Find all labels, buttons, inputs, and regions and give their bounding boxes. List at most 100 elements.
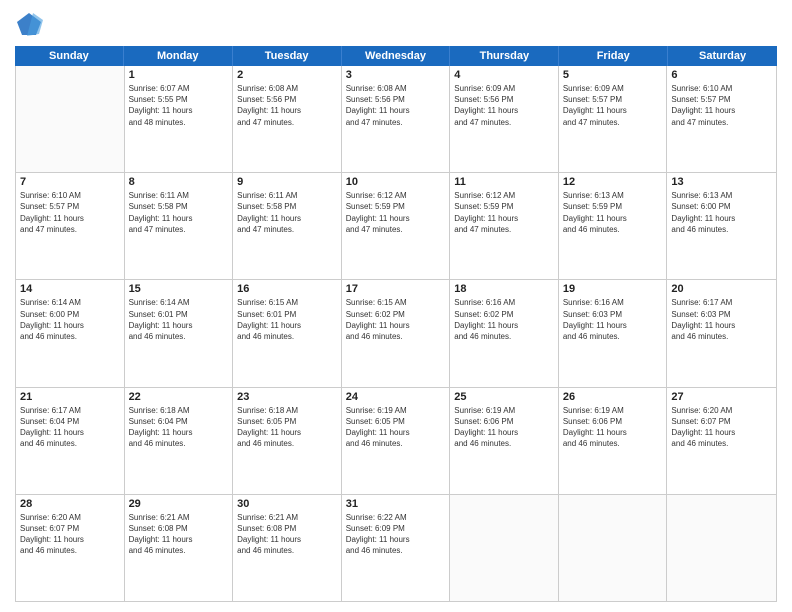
- day-info: Sunrise: 6:09 AMSunset: 5:57 PMDaylight:…: [563, 83, 663, 128]
- calendar-body: 1Sunrise: 6:07 AMSunset: 5:55 PMDaylight…: [15, 66, 777, 602]
- day-number: 18: [454, 283, 554, 295]
- day-number: 30: [237, 498, 337, 510]
- calendar-day-28: 28 Sunrise: 6:20 AMSunset: 6:07 PMDayligh…: [16, 495, 125, 601]
- calendar-row-1: 1Sunrise: 6:07 AMSunset: 5:55 PMDaylight…: [16, 66, 776, 173]
- day-number: 19: [563, 283, 663, 295]
- day-number: 1: [129, 69, 229, 81]
- day-number: 10: [346, 176, 446, 188]
- header-day-wednesday: Wednesday: [342, 46, 451, 66]
- day-number: 6: [671, 69, 772, 81]
- day-number: 15: [129, 283, 229, 295]
- calendar-day-1: 1Sunrise: 6:07 AMSunset: 5:55 PMDaylight…: [125, 66, 234, 172]
- day-number: 13: [671, 176, 772, 188]
- calendar-day-12: 12Sunrise: 6:13 AMSunset: 5:59 PMDayligh…: [559, 173, 668, 279]
- day-number: 24: [346, 391, 446, 403]
- day-number: 16: [237, 283, 337, 295]
- calendar-day-11: 11 Sunrise: 6:12 AMSunset: 5:59 PMDayligh…: [450, 173, 559, 279]
- calendar-day-26: 26 Sunrise: 6:19 AMSunset: 6:06 PMDayligh…: [559, 388, 668, 494]
- calendar-empty-cell: [16, 66, 125, 172]
- day-info: Sunrise: 6:09 AMSunset: 5:56 PMDaylight:…: [454, 83, 554, 128]
- day-info: Sunrise: 6:08 AMSunset: 5:56 PMDaylight:…: [346, 83, 446, 128]
- header-day-friday: Friday: [559, 46, 668, 66]
- day-info: Sunrise: 6:13 AMSunset: 6:00 PMDaylight:…: [671, 190, 772, 235]
- calendar-day-27: 27 Sunrise: 6:20 AMSunset: 6:07 PMDayligh…: [667, 388, 776, 494]
- calendar-row-4: 21Sunrise: 6:17 AMSunset: 6:04 PMDayligh…: [16, 388, 776, 495]
- day-info: Sunrise: 6:20 AMSunset: 6:07 PMDaylight:…: [20, 512, 120, 557]
- day-info: Sunrise: 6:15 AMSunset: 6:01 PMDaylight:…: [237, 297, 337, 342]
- logo-icon: [15, 10, 43, 38]
- calendar-day-31: 31 Sunrise: 6:22 AMSunset: 6:09 PMDayligh…: [342, 495, 451, 601]
- day-info: Sunrise: 6:18 AMSunset: 6:05 PMDaylight:…: [237, 405, 337, 450]
- day-number: 8: [129, 176, 229, 188]
- calendar-day-8: 8 Sunrise: 6:11 AMSunset: 5:58 PMDaylight…: [125, 173, 234, 279]
- day-number: 28: [20, 498, 120, 510]
- day-number: 7: [20, 176, 120, 188]
- day-number: 17: [346, 283, 446, 295]
- calendar-day-24: 24 Sunrise: 6:19 AMSunset: 6:05 PMDayligh…: [342, 388, 451, 494]
- calendar-day-19: 19 Sunrise: 6:16 AMSunset: 6:03 PMDayligh…: [559, 280, 668, 386]
- logo: [15, 10, 47, 38]
- day-info: Sunrise: 6:11 AMSunset: 5:58 PMDaylight:…: [237, 190, 337, 235]
- calendar-day-20: 20Sunrise: 6:17 AMSunset: 6:03 PMDayligh…: [667, 280, 776, 386]
- day-number: 5: [563, 69, 663, 81]
- day-info: Sunrise: 6:12 AMSunset: 5:59 PMDaylight:…: [346, 190, 446, 235]
- day-info: Sunrise: 6:11 AMSunset: 5:58 PMDaylight:…: [129, 190, 229, 235]
- header-day-saturday: Saturday: [668, 46, 777, 66]
- day-info: Sunrise: 6:12 AMSunset: 5:59 PMDaylight:…: [454, 190, 554, 235]
- day-number: 9: [237, 176, 337, 188]
- day-number: 25: [454, 391, 554, 403]
- calendar-day-5: 5 Sunrise: 6:09 AMSunset: 5:57 PMDaylight…: [559, 66, 668, 172]
- calendar-empty-cell: [559, 495, 668, 601]
- calendar-empty-cell: [667, 495, 776, 601]
- calendar-day-4: 4Sunrise: 6:09 AMSunset: 5:56 PMDaylight…: [450, 66, 559, 172]
- page-header: [15, 10, 777, 38]
- day-info: Sunrise: 6:13 AMSunset: 5:59 PMDaylight:…: [563, 190, 663, 235]
- calendar-empty-cell: [450, 495, 559, 601]
- calendar-day-15: 15 Sunrise: 6:14 AMSunset: 6:01 PMDayligh…: [125, 280, 234, 386]
- calendar-header: SundayMondayTuesdayWednesdayThursdayFrid…: [15, 46, 777, 66]
- day-info: Sunrise: 6:20 AMSunset: 6:07 PMDaylight:…: [671, 405, 772, 450]
- day-info: Sunrise: 6:16 AMSunset: 6:03 PMDaylight:…: [563, 297, 663, 342]
- day-number: 31: [346, 498, 446, 510]
- header-day-thursday: Thursday: [450, 46, 559, 66]
- header-day-sunday: Sunday: [15, 46, 124, 66]
- day-info: Sunrise: 6:14 AMSunset: 6:00 PMDaylight:…: [20, 297, 120, 342]
- day-number: 26: [563, 391, 663, 403]
- day-number: 14: [20, 283, 120, 295]
- day-number: 11: [454, 176, 554, 188]
- day-info: Sunrise: 6:19 AMSunset: 6:06 PMDaylight:…: [454, 405, 554, 450]
- day-info: Sunrise: 6:14 AMSunset: 6:01 PMDaylight:…: [129, 297, 229, 342]
- day-number: 23: [237, 391, 337, 403]
- calendar-day-3: 3Sunrise: 6:08 AMSunset: 5:56 PMDaylight…: [342, 66, 451, 172]
- day-info: Sunrise: 6:21 AMSunset: 6:08 PMDaylight:…: [237, 512, 337, 557]
- calendar-row-5: 28 Sunrise: 6:20 AMSunset: 6:07 PMDayligh…: [16, 495, 776, 601]
- calendar-day-30: 30 Sunrise: 6:21 AMSunset: 6:08 PMDayligh…: [233, 495, 342, 601]
- calendar-day-21: 21Sunrise: 6:17 AMSunset: 6:04 PMDayligh…: [16, 388, 125, 494]
- day-info: Sunrise: 6:10 AMSunset: 5:57 PMDaylight:…: [20, 190, 120, 235]
- day-info: Sunrise: 6:08 AMSunset: 5:56 PMDaylight:…: [237, 83, 337, 128]
- day-info: Sunrise: 6:18 AMSunset: 6:04 PMDaylight:…: [129, 405, 229, 450]
- calendar-day-17: 17 Sunrise: 6:15 AMSunset: 6:02 PMDayligh…: [342, 280, 451, 386]
- day-info: Sunrise: 6:15 AMSunset: 6:02 PMDaylight:…: [346, 297, 446, 342]
- day-info: Sunrise: 6:22 AMSunset: 6:09 PMDaylight:…: [346, 512, 446, 557]
- calendar-row-2: 7 Sunrise: 6:10 AMSunset: 5:57 PMDaylight…: [16, 173, 776, 280]
- calendar-day-22: 22 Sunrise: 6:18 AMSunset: 6:04 PMDayligh…: [125, 388, 234, 494]
- day-number: 29: [129, 498, 229, 510]
- calendar-day-23: 23 Sunrise: 6:18 AMSunset: 6:05 PMDayligh…: [233, 388, 342, 494]
- day-info: Sunrise: 6:10 AMSunset: 5:57 PMDaylight:…: [671, 83, 772, 128]
- day-number: 27: [671, 391, 772, 403]
- calendar-day-16: 16 Sunrise: 6:15 AMSunset: 6:01 PMDayligh…: [233, 280, 342, 386]
- day-number: 22: [129, 391, 229, 403]
- calendar: SundayMondayTuesdayWednesdayThursdayFrid…: [15, 46, 777, 602]
- day-info: Sunrise: 6:21 AMSunset: 6:08 PMDaylight:…: [129, 512, 229, 557]
- calendar-day-6: 6 Sunrise: 6:10 AMSunset: 5:57 PMDaylight…: [667, 66, 776, 172]
- day-info: Sunrise: 6:17 AMSunset: 6:03 PMDaylight:…: [671, 297, 772, 342]
- calendar-day-25: 25 Sunrise: 6:19 AMSunset: 6:06 PMDayligh…: [450, 388, 559, 494]
- day-info: Sunrise: 6:19 AMSunset: 6:06 PMDaylight:…: [563, 405, 663, 450]
- day-info: Sunrise: 6:16 AMSunset: 6:02 PMDaylight:…: [454, 297, 554, 342]
- calendar-day-2: 2Sunrise: 6:08 AMSunset: 5:56 PMDaylight…: [233, 66, 342, 172]
- day-info: Sunrise: 6:19 AMSunset: 6:05 PMDaylight:…: [346, 405, 446, 450]
- calendar-day-18: 18 Sunrise: 6:16 AMSunset: 6:02 PMDayligh…: [450, 280, 559, 386]
- calendar-day-7: 7 Sunrise: 6:10 AMSunset: 5:57 PMDaylight…: [16, 173, 125, 279]
- day-info: Sunrise: 6:17 AMSunset: 6:04 PMDaylight:…: [20, 405, 120, 450]
